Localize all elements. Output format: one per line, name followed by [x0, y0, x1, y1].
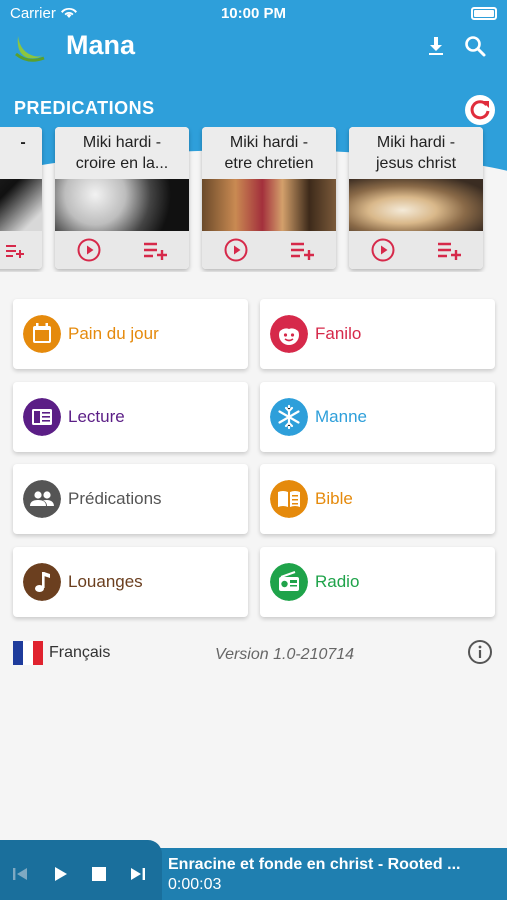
predications-carousel[interactable]: - Miki hardi - croire en la... Miki hard… — [0, 127, 507, 272]
mana-logo-icon — [15, 36, 46, 62]
app-bar: Mana — [0, 28, 507, 68]
play-icon[interactable] — [371, 238, 395, 262]
app-title: Mana — [66, 30, 136, 60]
predication-card[interactable]: Miki hardi - croire en la... — [55, 127, 189, 269]
group-icon — [23, 480, 61, 518]
refresh-button[interactable] — [465, 95, 495, 125]
menu-button-manne[interactable]: Manne — [260, 382, 495, 452]
download-icon[interactable] — [424, 34, 448, 58]
track-title[interactable]: Enracine et fonde en christ - Rooted ... — [168, 856, 503, 874]
info-icon[interactable] — [467, 639, 493, 665]
play-icon[interactable] — [224, 238, 248, 262]
music-note-icon — [23, 563, 61, 601]
next-icon[interactable] — [128, 864, 148, 884]
menu-button-predications[interactable]: Prédications — [13, 464, 248, 534]
menu-label: Bible — [315, 489, 353, 508]
menu-label: Louanges — [68, 572, 143, 591]
status-bar: Carrier 10:00 PM — [0, 0, 507, 28]
card-title-line2: etre chretien — [224, 155, 314, 172]
card-thumbnail — [0, 179, 42, 231]
card-title: Miki hardi - jesus christ — [349, 127, 483, 179]
card-thumbnail — [202, 179, 336, 231]
menu-button-radio[interactable]: Radio — [260, 547, 495, 617]
menu-button-pain-du-jour[interactable]: Pain du jour — [13, 299, 248, 369]
card-title: - — [0, 127, 42, 179]
refresh-icon — [470, 100, 490, 120]
card-title-line2: jesus christ — [375, 155, 457, 172]
book-reader-icon — [23, 398, 61, 436]
previous-icon[interactable] — [10, 864, 30, 884]
card-thumbnail — [55, 179, 189, 231]
search-icon[interactable] — [463, 34, 487, 58]
radio-icon — [270, 563, 308, 601]
menu-label: Prédications — [68, 489, 162, 508]
snowflake-icon — [270, 398, 308, 436]
card-title: Miki hardi - croire en la... — [55, 127, 189, 179]
menu-button-fanilo[interactable]: Fanilo — [260, 299, 495, 369]
menu-label: Radio — [315, 572, 360, 591]
open-book-icon — [270, 480, 308, 518]
menu-label: Pain du jour — [68, 324, 159, 343]
french-flag-icon — [13, 641, 43, 665]
version-label: Version 1.0-210714 — [215, 646, 355, 663]
predication-card[interactable]: Miki hardi - jesus christ — [349, 127, 483, 269]
child-face-icon — [270, 315, 308, 353]
card-actions — [55, 231, 189, 269]
menu-label: Fanilo — [315, 324, 362, 343]
section-title-predications: PREDICATIONS — [14, 98, 155, 118]
add-to-queue-icon[interactable] — [437, 240, 463, 260]
stop-icon[interactable] — [89, 864, 109, 884]
card-thumbnail — [349, 179, 483, 231]
menu-label: Lecture — [68, 407, 125, 426]
add-to-queue-icon[interactable] — [6, 242, 26, 258]
card-title-line1: Miki hardi - — [229, 134, 309, 151]
battery-icon — [471, 7, 497, 20]
card-actions — [0, 231, 42, 269]
add-to-queue-icon[interactable] — [290, 240, 316, 260]
track-time: 0:00:03 — [168, 876, 222, 893]
menu-label: Manne — [315, 407, 367, 426]
clock: 10:00 PM — [220, 5, 287, 22]
add-to-queue-icon[interactable] — [143, 240, 169, 260]
calendar-icon — [23, 315, 61, 353]
card-title: Miki hardi - etre chretien — [202, 127, 336, 179]
menu-button-bible[interactable]: Bible — [260, 464, 495, 534]
play-icon[interactable] — [77, 238, 101, 262]
play-icon[interactable] — [50, 864, 70, 884]
card-title-line1: Miki hardi - — [82, 134, 162, 151]
language-label: Français — [49, 644, 111, 661]
card-actions — [202, 231, 336, 269]
menu-button-lecture[interactable]: Lecture — [13, 382, 248, 452]
card-actions — [349, 231, 483, 269]
card-title-line1: Miki hardi - — [376, 134, 456, 151]
menu-button-louanges[interactable]: Louanges — [13, 547, 248, 617]
card-title-line2: croire en la... — [75, 155, 169, 172]
predication-card[interactable]: Miki hardi - etre chretien — [202, 127, 336, 269]
predication-card[interactable]: - — [0, 127, 42, 269]
